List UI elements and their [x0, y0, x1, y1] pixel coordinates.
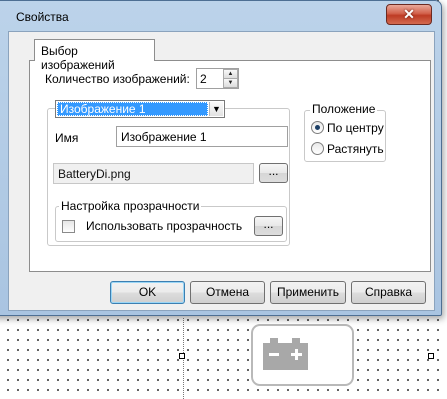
arrow-down-icon: ▼	[227, 80, 234, 86]
close-icon: ✕	[403, 6, 415, 22]
tab-image-selection[interactable]: Выбор изображений	[34, 39, 155, 72]
ok-button[interactable]: OK	[110, 281, 185, 304]
transparency-group-title: Настройка прозрачности	[59, 199, 202, 213]
help-button[interactable]: Справка	[351, 281, 426, 304]
file-path-field: BatteryDi.png	[53, 163, 254, 184]
image-select-dropdown[interactable]: Изображение 1 ▼	[55, 100, 225, 118]
transparency-settings-button[interactable]: ...	[254, 216, 283, 236]
chevron-down-icon[interactable]: ▼	[209, 102, 223, 116]
battery-icon	[263, 338, 308, 370]
browse-file-button[interactable]: ...	[259, 163, 288, 183]
radio-center-label: По центру	[327, 121, 384, 135]
image-count-label: Количество изображений:	[45, 72, 190, 86]
apply-button[interactable]: Применить	[270, 281, 346, 304]
cancel-button[interactable]: Отмена	[190, 281, 265, 304]
resize-handle-right[interactable]	[428, 353, 434, 359]
arrow-up-icon: ▲	[227, 71, 234, 77]
image-select-value: Изображение 1	[57, 102, 208, 116]
use-transparency-label: Использовать прозрачность	[86, 219, 243, 233]
radio-center[interactable]	[311, 121, 324, 134]
radio-stretch[interactable]	[311, 142, 324, 155]
radio-stretch-label: Растянуть	[327, 142, 384, 156]
dialog-title: Свойства	[16, 10, 69, 24]
radio-selected-dot	[315, 125, 320, 130]
resize-handle-left[interactable]	[179, 353, 185, 359]
use-transparency-checkbox[interactable]	[62, 220, 75, 233]
image-count-value: 2	[200, 72, 207, 86]
spin-down-button[interactable]: ▼	[223, 78, 238, 88]
battery-widget[interactable]	[251, 324, 354, 386]
close-button[interactable]: ✕	[386, 4, 432, 25]
name-label: Имя	[55, 131, 79, 145]
position-group-title: Положение	[310, 102, 378, 116]
name-input[interactable]: Изображение 1	[116, 126, 288, 147]
